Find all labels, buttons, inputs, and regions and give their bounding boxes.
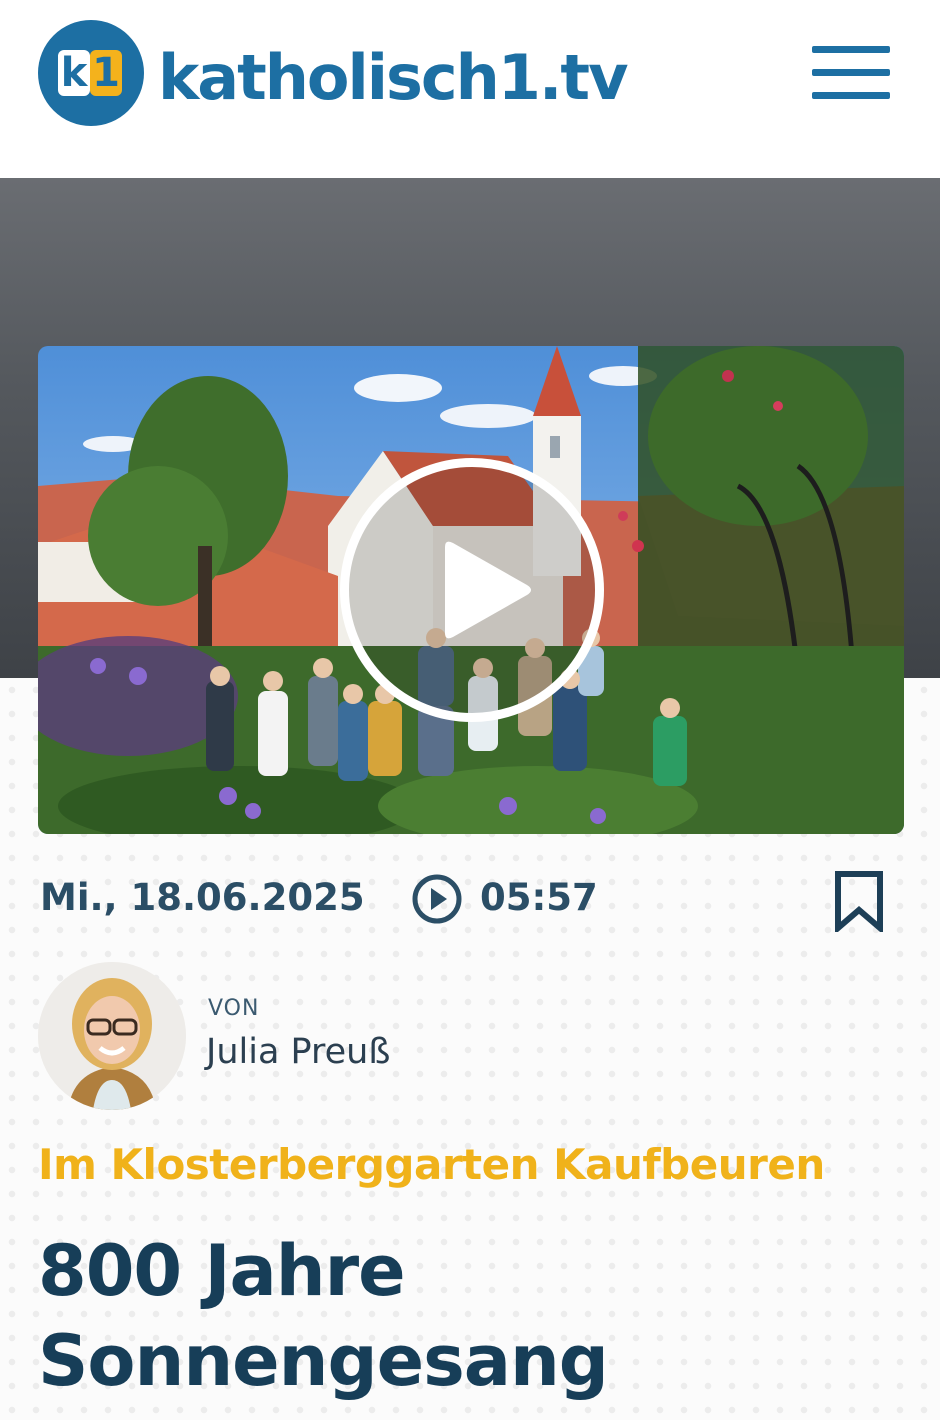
article-kicker: Im Klosterberggarten Kaufbeuren (38, 1140, 825, 1189)
logo-mark-1: 1 (90, 50, 122, 96)
video-player[interactable] (38, 346, 904, 834)
menu-bar (812, 46, 890, 53)
article-title-line-2: Sonnengesang (38, 1320, 609, 1402)
video-duration: 05:57 (480, 876, 598, 919)
author-name[interactable]: Julia Preuß (206, 1032, 390, 1072)
hamburger-menu-icon[interactable] (806, 40, 896, 106)
menu-bar (812, 92, 890, 99)
site-header: k 1 katholisch1.tv (0, 0, 940, 178)
site-logo-text[interactable]: katholisch1.tv (158, 28, 628, 128)
page: k 1 katholisch1.tv Mi., 18.06.2025 05:57… (0, 0, 940, 1420)
author-prefix: VON (208, 996, 260, 1021)
article-title-line-1: 800 Jahre (38, 1230, 406, 1312)
logo-mark-k: k (58, 50, 90, 96)
bookmark-icon[interactable] (832, 870, 886, 932)
play-icon (445, 541, 531, 639)
logo-mark[interactable]: k 1 (38, 20, 144, 126)
article-meta: Mi., 18.06.2025 05:57 (38, 870, 904, 932)
play-button[interactable] (340, 458, 604, 722)
play-circle-icon (412, 874, 462, 924)
menu-bar (812, 69, 890, 76)
article-title: 800 Jahre Sonnengesang (38, 1226, 898, 1406)
publish-date: Mi., 18.06.2025 (40, 876, 365, 919)
author-photo (38, 962, 186, 1110)
author-avatar[interactable] (38, 962, 186, 1110)
